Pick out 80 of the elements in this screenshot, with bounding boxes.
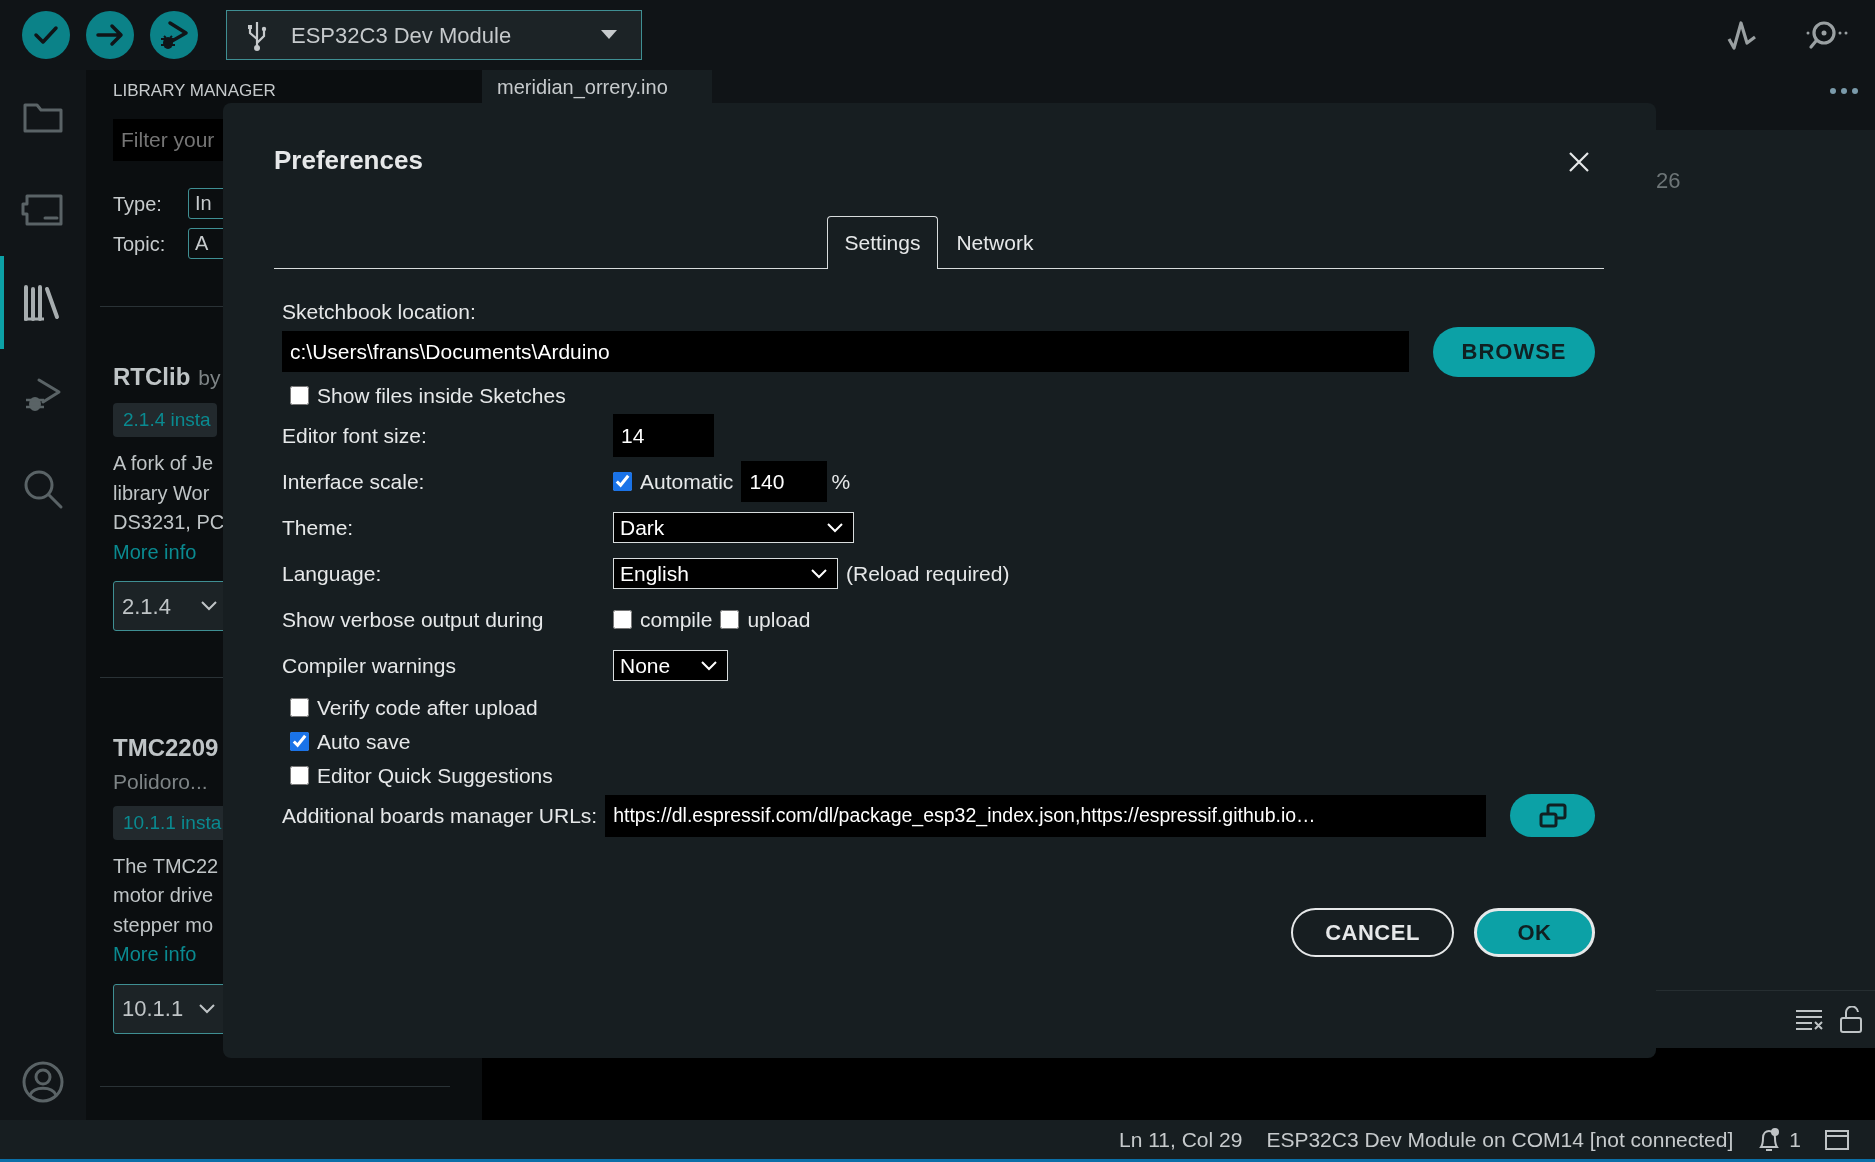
checkbox-label: Verify code after upload xyxy=(317,694,538,721)
description-line: A fork of Je xyxy=(113,451,214,476)
dropdown[interactable]: English xyxy=(613,558,838,589)
checkbox[interactable] xyxy=(613,610,632,629)
library-author: by xyxy=(198,365,221,391)
chevron-icon xyxy=(701,660,717,671)
description-line: stepper mo xyxy=(113,912,214,938)
board-name: ESP32C3 Dev Module xyxy=(291,21,512,50)
more-info-link[interactable]: More info xyxy=(113,940,197,970)
usb-icon xyxy=(247,19,267,51)
installed-badge: 2.1.4 insta xyxy=(113,403,217,437)
lock-icon[interactable] xyxy=(1839,1005,1863,1034)
input-field[interactable]: 14 xyxy=(613,414,714,457)
description-line: The TMC22 xyxy=(113,853,219,879)
dropdown[interactable]: None xyxy=(613,650,728,681)
upload-button[interactable] xyxy=(86,11,134,59)
checkbox[interactable] xyxy=(290,766,309,785)
checkbox-label: compile xyxy=(640,606,713,633)
open-editor-button[interactable] xyxy=(1510,794,1595,837)
dialog-title: Preferences xyxy=(274,144,423,178)
library-name: TMC2209 xyxy=(113,733,219,763)
field-label: Show verbose output during xyxy=(282,606,545,633)
panel-layout-icon[interactable] xyxy=(1825,1128,1849,1151)
board-status[interactable]: ESP32C3 Dev Module on COM14 [not connected] xyxy=(1266,1123,1734,1156)
browse-button[interactable]: BROWSE xyxy=(1433,326,1595,377)
chevron-icon xyxy=(199,1003,216,1014)
notification-count: 1 xyxy=(1789,1126,1801,1153)
tab[interactable]: Network xyxy=(938,215,1052,269)
checkbox[interactable] xyxy=(290,698,309,717)
line-number: 26 xyxy=(1656,168,1681,193)
cursor-position: Ln 11, Col 29 xyxy=(1119,1126,1243,1153)
chevron-icon xyxy=(200,601,217,611)
field-label: Sketchbook location: xyxy=(282,298,477,325)
windows-icon xyxy=(1538,802,1567,829)
serial-plotter-icon[interactable] xyxy=(1727,19,1757,51)
more-info-link[interactable]: More info xyxy=(113,537,197,567)
ok-button[interactable]: OK xyxy=(1474,907,1595,957)
field-label: Additional boards manager URLs: xyxy=(282,802,598,829)
checkbox[interactable] xyxy=(290,386,309,405)
unit-label: % xyxy=(831,468,851,495)
cancel-button[interactable]: CANCEL xyxy=(1291,907,1454,957)
reload-note: (Reload required) xyxy=(846,560,1010,587)
chevron-icon xyxy=(811,568,827,579)
checkbox-label: upload xyxy=(747,606,811,633)
bell-icon[interactable] xyxy=(1757,1126,1782,1153)
library-author: Polidoro... xyxy=(113,769,208,795)
close-icon xyxy=(1568,151,1590,174)
field-label: Interface scale: xyxy=(282,468,426,495)
verify-button[interactable] xyxy=(22,11,70,59)
account-icon[interactable] xyxy=(21,1060,65,1104)
filter-label: Topic: xyxy=(113,231,167,257)
description-line: DS3231, PC xyxy=(113,510,225,535)
input-field[interactable]: 140 xyxy=(741,461,828,502)
field-label: Editor font size: xyxy=(282,422,428,449)
dropdown[interactable]: Dark xyxy=(613,512,854,543)
field-label: Language: xyxy=(282,560,383,587)
checkbox-label: Show files inside Sketches xyxy=(317,382,566,409)
chevron-icon xyxy=(827,522,843,533)
field-label: Compiler warnings xyxy=(282,652,457,679)
library-name: RTClib xyxy=(113,362,191,392)
input-field[interactable]: https://dl.espressif.com/dl/package_esp32_index.json,https://espressif.github.io… xyxy=(605,794,1486,837)
more-icon[interactable] xyxy=(1829,86,1859,95)
checkbox-label: Editor Quick Suggestions xyxy=(317,762,553,789)
board-selector[interactable]: ESP32C3 Dev Module xyxy=(226,10,642,60)
checkbox[interactable] xyxy=(290,732,309,751)
filter-label: Type: xyxy=(113,191,163,217)
checkbox-label: Automatic xyxy=(640,468,734,495)
tab[interactable]: Settings xyxy=(826,215,939,269)
checkbox-label: Auto save xyxy=(317,728,411,755)
checkbox[interactable] xyxy=(720,610,740,629)
checkbox[interactable] xyxy=(613,472,632,491)
description-line: library Wor xyxy=(113,480,210,506)
caret-icon xyxy=(601,30,617,40)
serial-monitor-icon[interactable] xyxy=(1805,19,1849,51)
clear-output-icon[interactable] xyxy=(1795,1008,1823,1031)
panel-title: LIBRARY MANAGER xyxy=(113,80,276,102)
field-label: Theme: xyxy=(282,514,355,541)
input-field[interactable]: c:\Users\frans\Documents\Arduino xyxy=(282,331,1409,372)
description-line: motor drive xyxy=(113,883,214,908)
debug-button[interactable] xyxy=(150,11,198,59)
